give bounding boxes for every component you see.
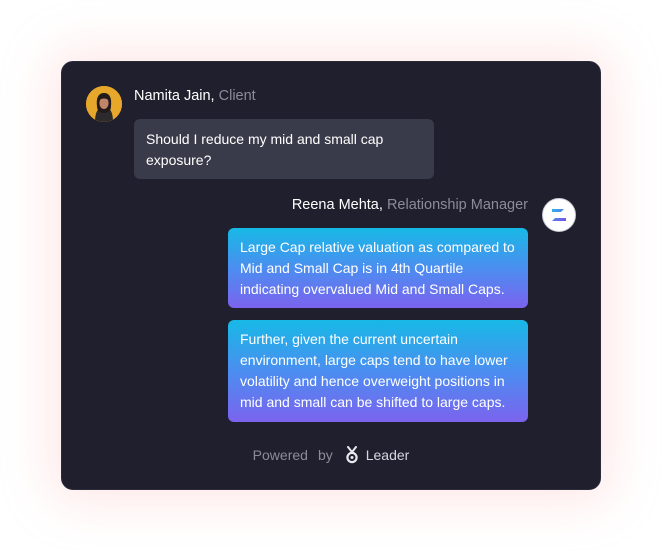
manager-role: Relationship Manager bbox=[386, 197, 528, 213]
client-message: Should I reduce my mid and small cap exp… bbox=[134, 119, 434, 179]
client-name: Namita Jain, bbox=[134, 88, 215, 104]
leader-logo-icon bbox=[345, 446, 359, 464]
client-role: Client bbox=[218, 88, 256, 104]
leader-brand-name: Leader bbox=[365, 447, 410, 463]
powered-by-footer: Powered by Leader bbox=[62, 446, 600, 464]
client-sender: Namita Jain, Client bbox=[134, 88, 256, 104]
manager-logo-avatar bbox=[542, 198, 576, 232]
client-avatar bbox=[86, 86, 122, 122]
manager-logo-icon bbox=[552, 209, 566, 221]
manager-sender: Reena Mehta, Relationship Manager bbox=[292, 197, 528, 213]
manager-message-2: Further, given the current uncertain env… bbox=[228, 320, 528, 422]
manager-message-1: Large Cap relative valuation as compared… bbox=[228, 228, 528, 308]
powered-label: Powered bbox=[252, 447, 308, 463]
manager-name: Reena Mehta, bbox=[291, 197, 383, 213]
by-label: by bbox=[317, 447, 333, 463]
chat-card: Namita Jain, Client Should I reduce my m… bbox=[61, 61, 601, 490]
stage: Namita Jain, Client Should I reduce my m… bbox=[0, 0, 662, 551]
